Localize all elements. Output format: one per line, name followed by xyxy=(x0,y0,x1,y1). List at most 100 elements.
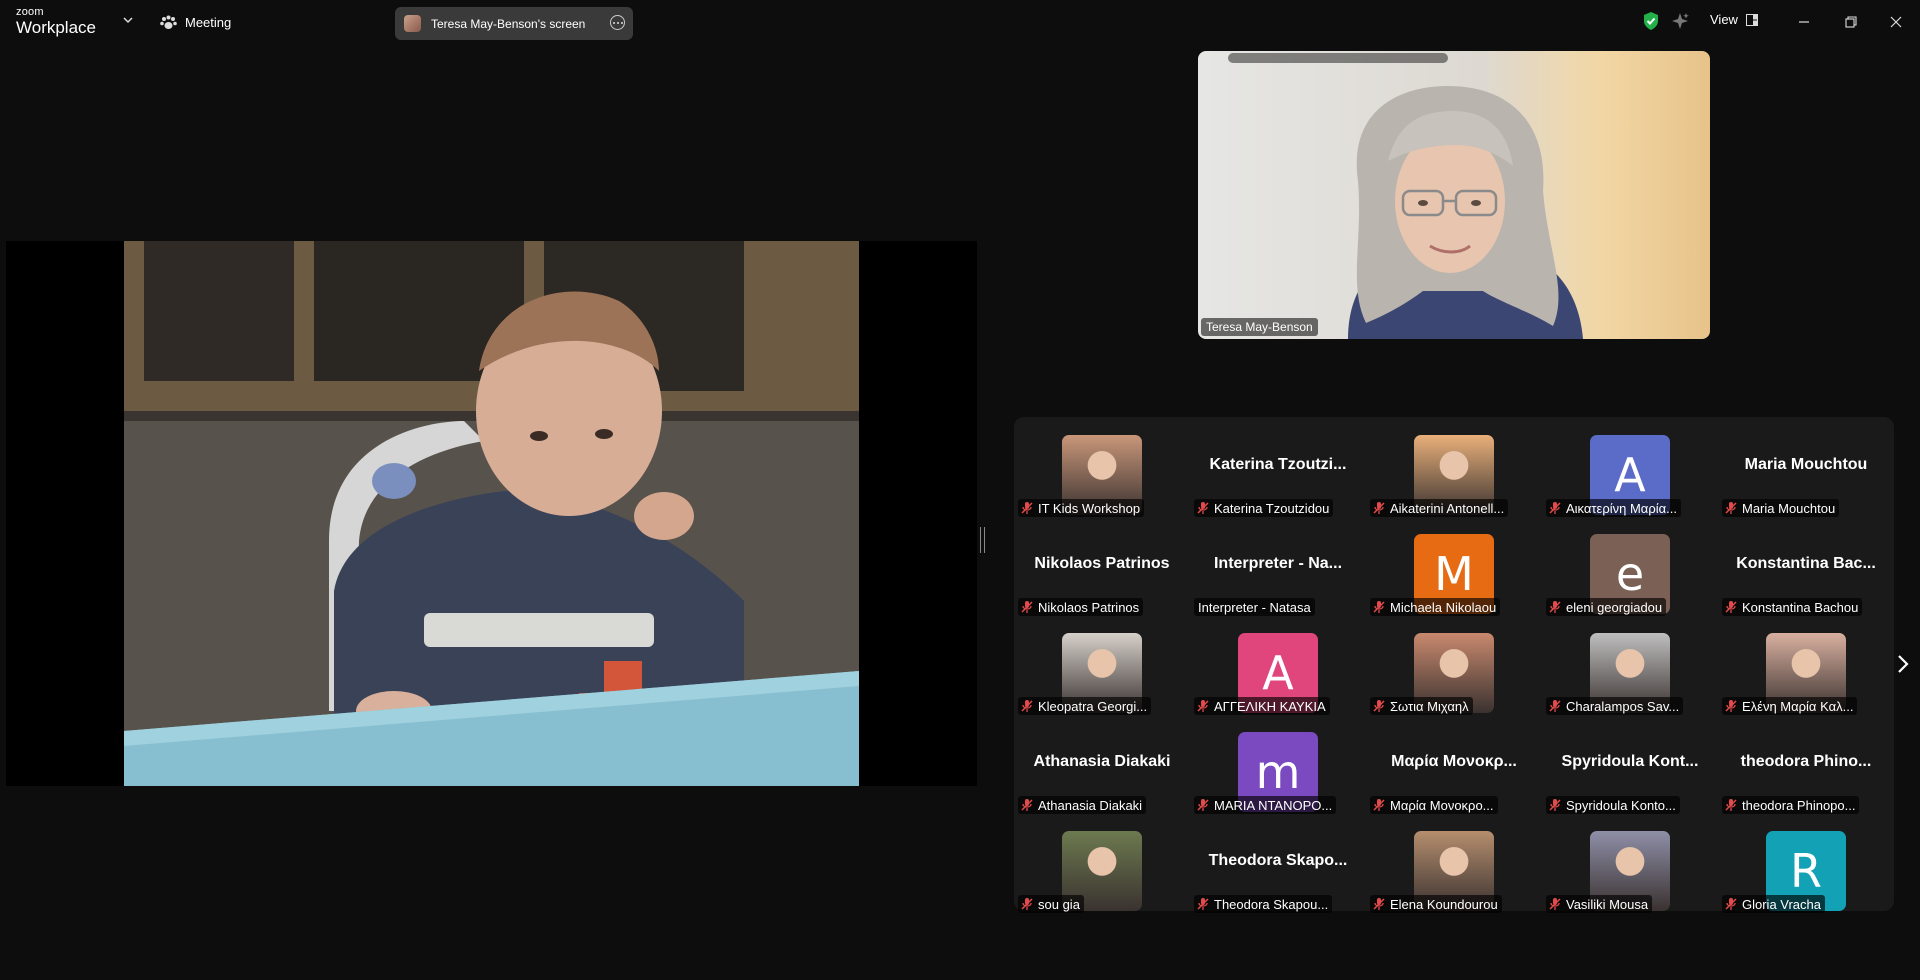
participant-tile[interactable]: sou gia xyxy=(1014,821,1174,913)
participant-tile[interactable]: A ΑΓΓΕΛΙΚΗ ΚΑΥΚΙΑ xyxy=(1190,623,1350,715)
participant-display-name: Konstantina Bac... xyxy=(1736,555,1876,572)
participant-name-label: ΑΓΓΕΛΙΚΗ ΚΑΥΚΙΑ xyxy=(1194,697,1330,715)
participant-name: Nikolaos Patrinos xyxy=(1038,599,1140,615)
participant-name-label: eleni georgiadou xyxy=(1546,598,1667,616)
participant-name-label: Charalampos Sav... xyxy=(1546,697,1684,715)
speaker-name-label: Teresa May-Benson xyxy=(1201,318,1318,336)
participant-name: Σωτια Μιχαηλ xyxy=(1390,698,1469,714)
mic-muted-icon xyxy=(1549,502,1561,514)
participant-tile[interactable]: Vasiliki Mousa xyxy=(1542,821,1702,913)
meeting-button[interactable]: Meeting xyxy=(160,11,231,33)
participant-name-label: Katerina Tzoutzidou xyxy=(1194,499,1334,517)
participant-tile[interactable]: m MARIA ΝΤΑΝΟΡΟ... xyxy=(1190,722,1350,814)
participant-name: Vasiliki Mousa xyxy=(1566,896,1649,912)
participant-tile[interactable]: Interpreter - Na... Interpreter - Natasa xyxy=(1190,524,1350,616)
mic-muted-icon xyxy=(1021,799,1033,811)
participant-display-name: Interpreter - Na... xyxy=(1213,555,1343,572)
participant-tile[interactable]: Konstantina Bac... Konstantina Bachou xyxy=(1718,524,1878,616)
participant-tile[interactable]: Charalampos Sav... xyxy=(1542,623,1702,715)
zoom-workplace-logo: zoom Workplace xyxy=(16,7,96,37)
participant-tile[interactable]: Μαρία Μονοκρ... Μαρία Μονοκρο... xyxy=(1366,722,1526,814)
participant-name-label: Nikolaos Patrinos xyxy=(1018,598,1144,616)
participant-tile[interactable]: Kleopatra Georgi... xyxy=(1014,623,1174,715)
participant-tile[interactable]: IT Kids Workshop xyxy=(1014,425,1174,517)
mic-muted-icon xyxy=(1021,898,1033,910)
participant-tile[interactable]: M Michaela Nikolaou xyxy=(1366,524,1526,616)
participant-tile[interactable]: Nikolaos Patrinos Nikolaos Patrinos xyxy=(1014,524,1174,616)
speaker-video[interactable]: Teresa May-Benson xyxy=(1198,51,1710,339)
chevron-right-icon[interactable] xyxy=(1892,652,1912,676)
chevron-down-icon[interactable] xyxy=(122,14,134,26)
mic-muted-icon xyxy=(1373,601,1385,613)
shield-check-icon[interactable] xyxy=(1642,11,1660,31)
mic-muted-icon xyxy=(1197,799,1209,811)
participant-display-name: Athanasia Diakaki xyxy=(1033,753,1171,770)
participant-tile[interactable]: Maria Mouchtou Maria Mouchtou xyxy=(1718,425,1878,517)
restore-button[interactable] xyxy=(1841,12,1861,32)
mic-muted-icon xyxy=(1725,799,1737,811)
participant-name-label: Theodora Skapou... xyxy=(1194,895,1333,913)
participant-name: Ελένη Μαρία Καλ... xyxy=(1742,698,1854,714)
participant-name-label: Σωτια Μιχαηλ xyxy=(1370,697,1473,715)
participant-name-label: Spyridoula Konto... xyxy=(1546,796,1680,814)
participant-name: Konstantina Bachou xyxy=(1742,599,1859,615)
mic-muted-icon xyxy=(1725,601,1737,613)
resize-handle[interactable] xyxy=(980,527,985,553)
minimize-button[interactable] xyxy=(1794,12,1814,32)
participant-name: Katerina Tzoutzidou xyxy=(1214,500,1330,516)
participant-display-name: Katerina Tzoutzi... xyxy=(1209,456,1347,473)
mic-muted-icon xyxy=(1725,700,1737,712)
participant-name: Michaela Nikolaou xyxy=(1390,599,1497,615)
participant-tile[interactable]: A Αικατερίνη Μαρία... xyxy=(1542,425,1702,517)
participant-name: Theodora Skapou... xyxy=(1214,896,1329,912)
participant-tile[interactable]: R Gloria Vracha xyxy=(1718,821,1878,913)
logo-bottom-text: Workplace xyxy=(16,18,96,37)
mic-muted-icon xyxy=(1197,898,1209,910)
participant-name-label: Konstantina Bachou xyxy=(1722,598,1863,616)
participant-name-label: Elena Koundourou xyxy=(1370,895,1502,913)
participant-name: Interpreter - Natasa xyxy=(1198,599,1311,615)
participant-tile[interactable]: Ελένη Μαρία Καλ... xyxy=(1718,623,1878,715)
speaker-video-image xyxy=(1228,53,1583,339)
restore-icon xyxy=(1845,16,1857,28)
shared-screen[interactable] xyxy=(6,241,977,786)
participant-tile[interactable]: Athanasia Diakaki Athanasia Diakaki xyxy=(1014,722,1174,814)
shared-video-frame xyxy=(124,241,859,786)
participant-name-label: MARIA ΝΤΑΝΟΡΟ... xyxy=(1194,796,1337,814)
participant-name: sou gia xyxy=(1038,896,1080,912)
participant-name: Gloria Vracha xyxy=(1742,896,1821,912)
participant-display-name: Maria Mouchtou xyxy=(1744,456,1868,473)
participant-name: IT Kids Workshop xyxy=(1038,500,1141,516)
participant-name-label: Michaela Nikolaou xyxy=(1370,598,1501,616)
participant-tile[interactable]: Elena Koundourou xyxy=(1366,821,1526,913)
view-button[interactable]: View xyxy=(1710,12,1758,27)
mic-muted-icon xyxy=(1197,502,1209,514)
participant-tile[interactable]: Theodora Skapo... Theodora Skapou... xyxy=(1190,821,1350,913)
participant-name-label: Μαρία Μονοκρο... xyxy=(1370,796,1498,814)
mic-muted-icon xyxy=(1373,700,1385,712)
mic-muted-icon xyxy=(1549,799,1561,811)
participant-tile[interactable]: theodora Phino... theodora Phinopo... xyxy=(1718,722,1878,814)
paw-icon xyxy=(160,15,177,29)
participant-name-label: theodora Phinopo... xyxy=(1722,796,1860,814)
participant-name-label: Aikaterini Antonell... xyxy=(1370,499,1509,517)
mic-muted-icon xyxy=(1725,502,1737,514)
more-options-icon[interactable] xyxy=(610,15,625,30)
mic-muted-icon xyxy=(1725,898,1737,910)
ai-companion-icon[interactable] xyxy=(1670,11,1690,31)
mic-muted-icon xyxy=(1549,601,1561,613)
participant-name-label: Gloria Vracha xyxy=(1722,895,1825,913)
close-button[interactable] xyxy=(1886,12,1906,32)
participant-tile[interactable]: Spyridoula Kont... Spyridoula Konto... xyxy=(1542,722,1702,814)
screen-share-indicator[interactable]: Teresa May-Benson's screen xyxy=(395,7,633,40)
participant-name: MARIA ΝΤΑΝΟΡΟ... xyxy=(1214,797,1333,813)
participant-tile[interactable]: Σωτια Μιχαηλ xyxy=(1366,623,1526,715)
participant-name-label: sou gia xyxy=(1018,895,1084,913)
grid-view-icon xyxy=(1745,13,1758,26)
participant-tile[interactable]: Katerina Tzoutzi... Katerina Tzoutzidou xyxy=(1190,425,1350,517)
participant-tile[interactable]: Aikaterini Antonell... xyxy=(1366,425,1526,517)
participant-tile[interactable]: e eleni georgiadou xyxy=(1542,524,1702,616)
participant-display-name: theodora Phino... xyxy=(1740,753,1872,770)
participant-name: Elena Koundourou xyxy=(1390,896,1498,912)
participant-name: Charalampos Sav... xyxy=(1566,698,1680,714)
